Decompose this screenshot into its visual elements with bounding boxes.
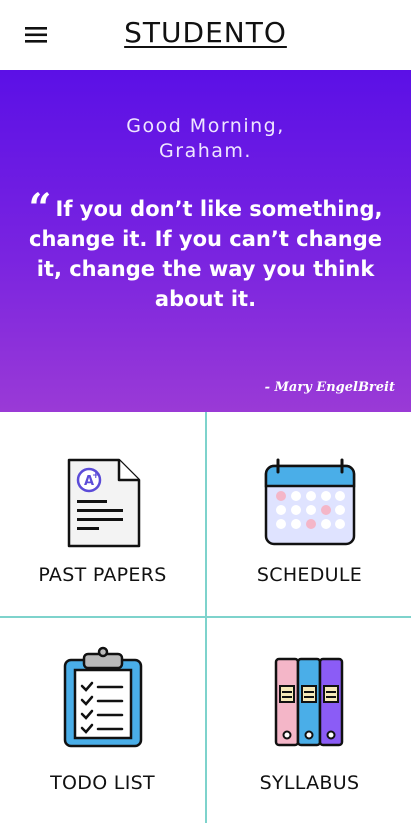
quote-author: - Mary EngelBreit — [264, 380, 395, 395]
clipboard-checklist-icon — [62, 646, 144, 748]
tile-todo-list[interactable]: TODO LIST — [0, 618, 205, 823]
tile-past-papers[interactable]: A + PAST PAPERS — [0, 412, 205, 617]
top-app-bar: STUDENTO — [0, 0, 411, 70]
feature-grid: A + PAST PAPERS SCHEDULE TODO LIST SYLLA… — [0, 412, 411, 823]
tile-schedule[interactable]: SCHEDULE — [207, 412, 411, 617]
greeting-text: Good Morning, Graham. — [126, 115, 285, 162]
tile-label: PAST PAPERS — [38, 564, 167, 586]
app-title: STUDENTO — [124, 16, 287, 49]
calendar-icon — [263, 458, 357, 548]
tile-label: SYLLABUS — [259, 772, 360, 794]
greeting-banner: Good Morning, Graham. “If you don’t like… — [0, 70, 411, 412]
tile-label: TODO LIST — [50, 772, 155, 794]
tile-label: SCHEDULE — [256, 564, 363, 586]
binders-icon — [273, 656, 347, 748]
quote-mark: “ — [28, 185, 52, 232]
exam-paper-icon: A + — [63, 456, 143, 550]
quote-block: “If you don’t like something, change it.… — [16, 189, 395, 314]
svg-text:+: + — [92, 471, 100, 481]
quote-text: If you don’t like something, change it. … — [29, 197, 383, 311]
tile-syllabus[interactable]: SYLLABUS — [207, 618, 411, 823]
